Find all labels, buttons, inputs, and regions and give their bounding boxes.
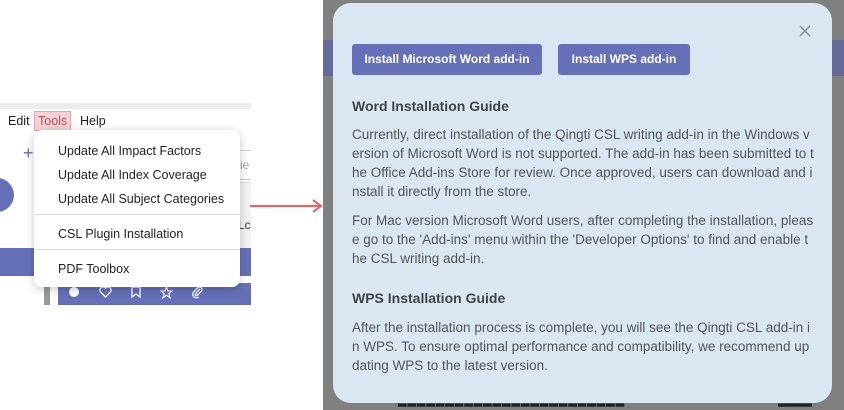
menu-item-csl-plugin-installation[interactable]: CSL Plugin Installation: [58, 225, 183, 243]
add-icon[interactable]: +: [23, 143, 34, 164]
install-word-addin-button[interactable]: Install Microsoft Word add-in: [352, 44, 542, 75]
word-guide-paragraph-windows: Currently, direct installation of the Qi…: [352, 127, 814, 199]
close-icon[interactable]: [795, 21, 815, 41]
app-window-crop: Edit Tools Help + ie Lc Update All Impac…: [0, 0, 252, 410]
menu-edit[interactable]: Edit: [5, 111, 33, 131]
csl-install-dialog: Install Microsoft Word add-in Install WP…: [333, 3, 832, 403]
menu-divider: [34, 249, 240, 250]
background-input-text: ie: [240, 158, 250, 172]
circle-icon[interactable]: [67, 286, 81, 300]
heart-icon[interactable]: [98, 286, 112, 300]
tools-dropdown-menu: Update All Impact Factors Update All Ind…: [34, 130, 240, 287]
paperclip-icon[interactable]: [190, 286, 204, 300]
wps-guide-title: WPS Installation Guide: [352, 290, 506, 306]
menu-help[interactable]: Help: [77, 111, 109, 131]
menu-item-pdf-toolbox[interactable]: PDF Toolbox: [58, 260, 129, 278]
star-icon[interactable]: [158, 285, 174, 300]
word-guide-paragraph-mac: For Mac version Microsoft Word users, af…: [352, 213, 814, 266]
menu-item-update-impact-factors[interactable]: Update All Impact Factors: [58, 142, 201, 160]
menu-item-update-index-coverage[interactable]: Update All Index Coverage: [58, 166, 207, 184]
dialog-overlay: ▂▂▂▂▂▂▂▂▂▂▂▂▂▂▂▂▂▂▂▂▂▂▂▂ ▂▂▂▂ Install Mi…: [323, 0, 844, 410]
bookmark-icon[interactable]: [129, 286, 143, 300]
menu-item-update-subject-categories[interactable]: Update All Subject Categories: [58, 190, 224, 208]
wps-guide-paragraph: After the installation process is comple…: [352, 320, 810, 373]
install-wps-addin-button[interactable]: Install WPS add-in: [558, 44, 690, 75]
arrow-right-icon: [250, 199, 323, 213]
word-guide-title: Word Installation Guide: [352, 98, 509, 114]
menu-tools[interactable]: Tools: [34, 111, 72, 131]
menubar: Edit Tools Help: [0, 109, 251, 132]
avatar[interactable]: [0, 178, 14, 212]
menu-divider: [34, 214, 240, 215]
